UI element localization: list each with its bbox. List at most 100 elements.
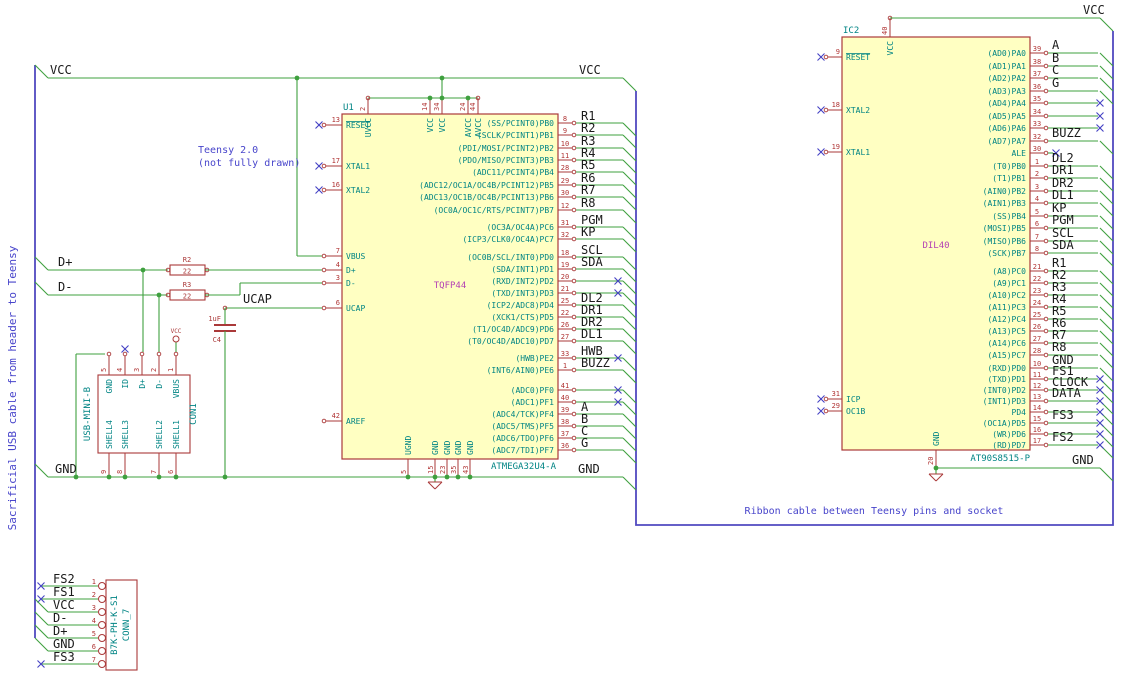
u1-reference[interactable]: U1 [343,103,354,113]
pin-end [571,278,577,284]
net-label-R8[interactable]: R8 [581,196,595,210]
bus-entry [1099,90,1114,105]
net-label-GND[interactable]: GND [53,637,75,651]
pin-end [571,157,577,163]
pin-end [321,187,327,193]
u1-pin-number: 4 [336,261,340,269]
pin-end [823,396,829,402]
net-label-DATA[interactable]: DATA [1052,386,1082,400]
junction-dot [444,474,450,480]
u1-pin-name: XTAL2 [346,186,370,195]
conn7-pin-circle [98,647,106,655]
bus-entry [622,171,637,186]
junction-dot [122,474,128,480]
u1-pin-name: GND [466,440,475,455]
u1-pin-name: VBUS [346,252,365,261]
ic2-pin-number: 17 [1033,437,1041,445]
u1-pin-name: RESET [346,121,370,130]
net-label-gnd[interactable]: GND [1072,453,1094,467]
pin-end [106,351,112,357]
pin-end [1043,213,1049,219]
net-label-C[interactable]: C [1052,63,1059,77]
bus-entry [1099,202,1114,217]
pin-end [571,399,577,405]
net-label-vcc[interactable]: VCC [1083,3,1105,17]
net-label-R7[interactable]: R7 [581,183,595,197]
pin-end [571,207,577,213]
net-label-BUZZ[interactable]: BUZZ [581,356,610,370]
pin-end [1043,163,1049,169]
net-label-BUZZ[interactable]: BUZZ [1052,126,1081,140]
net-label-KP[interactable]: KP [581,225,595,239]
net-label-A[interactable]: A [1052,38,1060,52]
u1-pin-number: 13 [332,116,340,124]
bus-entry [622,413,637,428]
bus-entry [1099,354,1114,369]
ic2-pin-number: 8 [1035,245,1039,253]
conn7-reference[interactable]: CONN_7 [122,609,132,642]
net-label-dminus[interactable]: D- [58,280,72,294]
bus-entry [1099,294,1114,309]
ic2-pin-name: (A15)PC7 [987,351,1026,360]
bus-entry [1099,17,1114,32]
pin-end [173,351,179,357]
pin-end [1043,398,1049,404]
u1-pin-name: GND [443,440,452,455]
net-label-DL1[interactable]: DL1 [581,327,603,341]
net-label-FS3[interactable]: FS3 [1052,408,1074,422]
bus-entry [622,280,637,295]
pin-end [1043,316,1049,322]
net-label-D-[interactable]: D- [53,611,67,625]
net-label-SDA[interactable]: SDA [1052,238,1074,252]
u1-pin-name: D+ [346,266,356,275]
pin-end [1043,409,1049,415]
net-label-FS1[interactable]: FS1 [53,585,75,599]
ic2-pin-name: (A9)PC1 [992,279,1026,288]
bus-entry [622,256,637,271]
net-label-G[interactable]: G [581,436,588,450]
net-label-DL1[interactable]: DL1 [1052,188,1074,202]
bus-entry [1099,330,1114,345]
r3-reference: R3 [183,281,191,289]
net-label-R5[interactable]: R5 [581,158,595,172]
net-label-DR1[interactable]: DR1 [1052,163,1074,177]
net-label-PGM[interactable]: PGM [1052,213,1074,227]
ic2-pin-name: (TXD)PD1 [987,375,1026,384]
u1-pin-name: (OC0A/OC1C/RTS/PCINT7)PB7 [434,206,555,215]
net-label-R2[interactable]: R2 [581,121,595,135]
con1-reference[interactable]: CON1 [189,403,199,425]
net-label-D+[interactable]: D+ [53,624,67,638]
bus-entry [622,134,637,149]
ic2-pin-number: 22 [1033,275,1041,283]
net-label-SDA[interactable]: SDA [581,255,603,269]
junction-dot [222,474,228,480]
net-label-dplus[interactable]: D+ [58,255,72,269]
pin-end [1043,50,1049,56]
net-label-R8[interactable]: R8 [1052,340,1066,354]
net-label-VCC[interactable]: VCC [53,598,75,612]
ic2-pin-number: 4 [1035,195,1039,203]
con1-pin-number: 5 [100,368,108,372]
net-label-gnd[interactable]: GND [578,462,600,476]
net-label-ucap[interactable]: UCAP [243,292,272,306]
ic2-pin-number: 20 [927,457,935,465]
net-label-vcc[interactable]: VCC [579,63,601,77]
net-label-G[interactable]: G [1052,76,1059,90]
net-label-vcc[interactable]: VCC [50,63,72,77]
net-label-FS2[interactable]: FS2 [1052,430,1074,444]
pin-end [823,408,829,414]
bus-entry [1099,318,1114,333]
bus-entry [1099,467,1114,482]
u1-pin-name: (OC0B/SCL/INT0)PD0 [467,253,554,262]
net-label-gnd[interactable]: GND [55,462,77,476]
u1-pin-name: XTAL1 [346,162,370,171]
con1-pin-number: 8 [116,470,124,474]
u1-pin-number: 11 [561,152,569,160]
ic2-reference[interactable]: IC2 [843,26,859,36]
ic2-pin-name: (A10)PC2 [987,291,1026,300]
ic2-pin-name: (AD7)PA7 [987,137,1026,146]
net-label-FS2[interactable]: FS2 [53,572,75,586]
bus-entry [34,256,49,271]
net-label-FS3[interactable]: FS3 [53,650,75,664]
ic2-pin-number: 38 [1033,58,1041,66]
